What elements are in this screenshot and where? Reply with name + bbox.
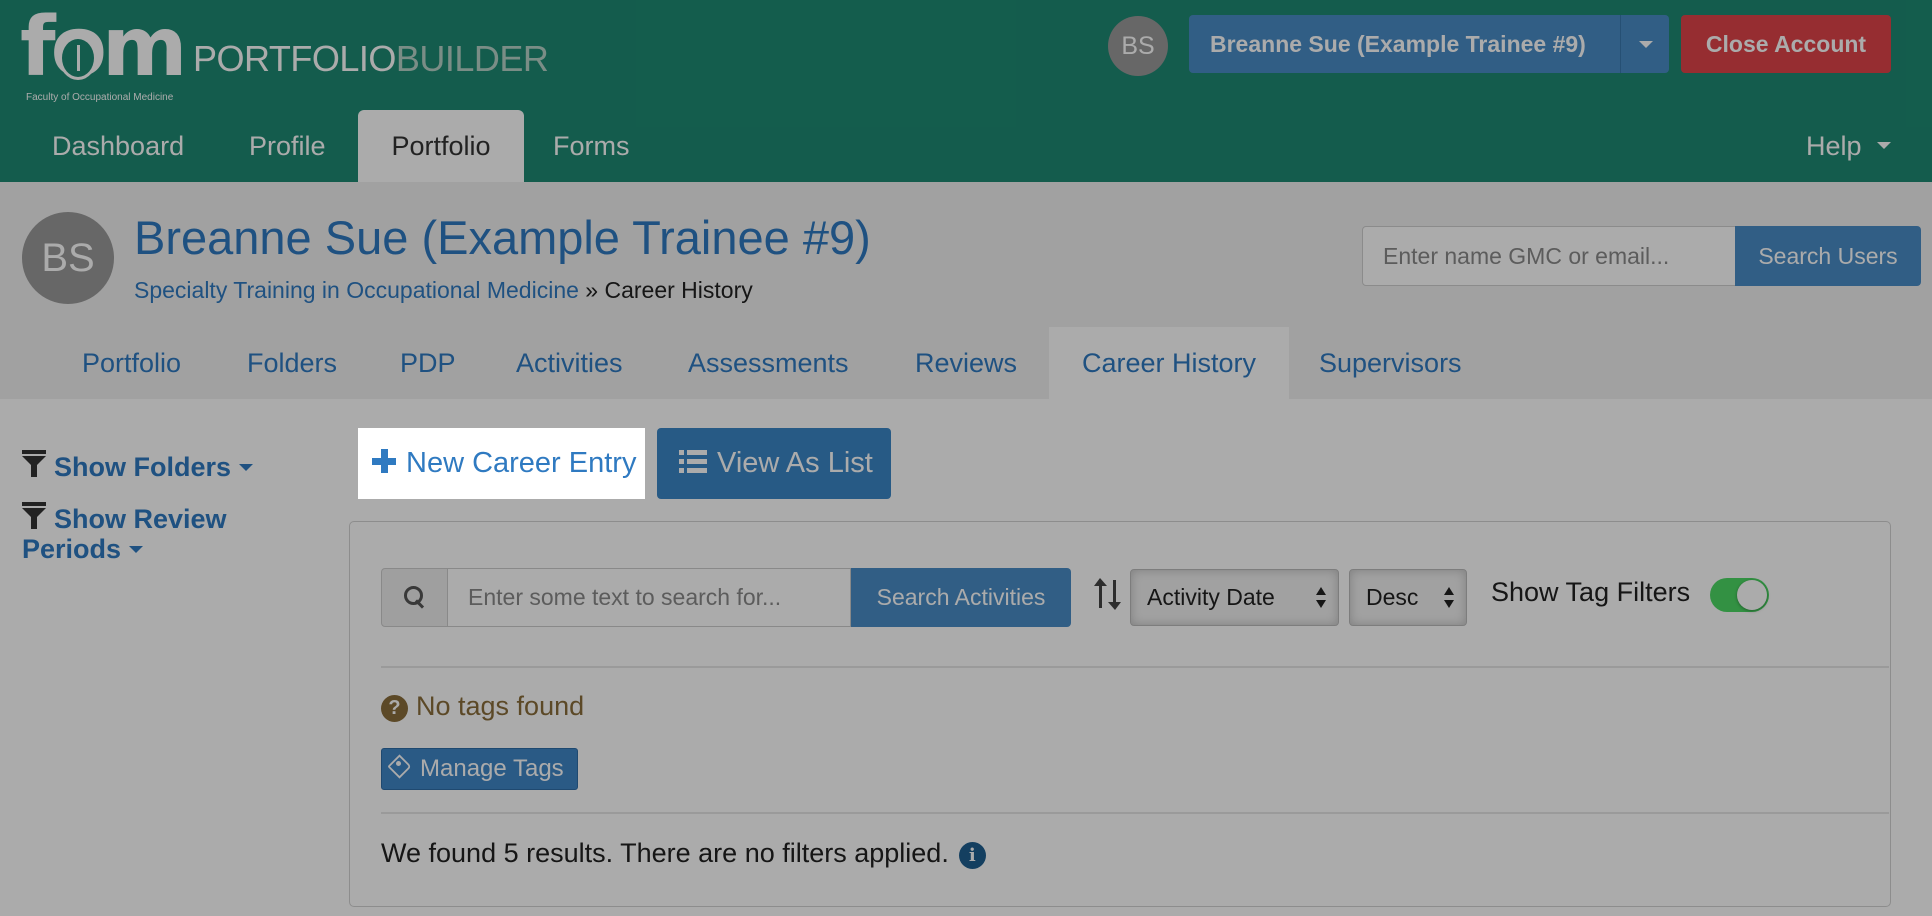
view-as-list-button[interactable]: View As List — [657, 428, 891, 499]
tab-folders[interactable]: Folders — [247, 327, 337, 399]
fom-seal-icon — [59, 36, 97, 80]
sort-order-value: Desc — [1366, 584, 1419, 610]
tag-filters-toggle[interactable] — [1710, 578, 1769, 612]
results-summary: We found 5 results. There are no filters… — [381, 838, 986, 869]
new-career-entry-button[interactable]: New Career Entry — [358, 428, 645, 499]
breadcrumb-current: Career History — [604, 277, 753, 303]
no-tags-message: ? No tags found — [381, 691, 584, 722]
tags-icon — [387, 754, 418, 779]
search-addon — [381, 568, 448, 627]
nav-tab-profile[interactable]: Profile — [249, 110, 326, 182]
show-review-periods-toggle[interactable]: Show Review Periods — [22, 502, 227, 564]
activity-search-input[interactable] — [447, 568, 851, 627]
sort-order-select[interactable]: Desc — [1349, 569, 1467, 626]
chevron-down-icon — [239, 464, 254, 472]
show-folders-label: Show Folders — [54, 452, 232, 482]
page-header: BS Breanne Sue (Example Trainee #9) Spec… — [0, 182, 1932, 399]
select-arrows-icon — [1444, 587, 1454, 609]
close-account-button[interactable]: Close Account — [1681, 15, 1891, 73]
new-career-entry-label: New Career Entry — [406, 447, 637, 479]
show-review-periods-label-line1: Show Review — [54, 504, 227, 534]
nav-tab-portfolio[interactable]: Portfolio — [358, 110, 524, 182]
tab-activities[interactable]: Activities — [516, 327, 623, 399]
show-review-periods-label-line2: Periods — [22, 534, 122, 564]
toggle-knob — [1737, 580, 1767, 610]
results-text: We found 5 results. There are no filters… — [381, 838, 949, 868]
nav-tab-dashboard[interactable]: Dashboard — [52, 110, 184, 182]
list-icon — [679, 450, 707, 474]
manage-tags-label: Manage Tags — [420, 755, 564, 782]
chevron-down-icon[interactable] — [1877, 142, 1891, 150]
page-title: Breanne Sue (Example Trainee #9) — [134, 211, 871, 264]
tag-filters-label: Show Tag Filters — [1491, 577, 1691, 607]
plus-icon — [372, 449, 396, 473]
logo-subtitle: Faculty of Occupational Medicine — [26, 92, 174, 103]
no-tags-text: No tags found — [416, 691, 585, 721]
sort-field-value: Activity Date — [1147, 584, 1275, 610]
sort-field-select[interactable]: Activity Date — [1130, 569, 1339, 626]
tab-pdp[interactable]: PDP — [400, 327, 456, 399]
user-menu-button[interactable]: Breanne Sue (Example Trainee #9) — [1189, 15, 1620, 73]
logo-text: fom — [20, 0, 187, 95]
app-name: PORTFOLIOBUILDER — [193, 38, 549, 80]
search-icon — [404, 586, 424, 606]
tab-career-history[interactable]: Career History — [1049, 327, 1289, 399]
question-circle-icon: ? — [381, 695, 408, 722]
app-name-part1: PORTFOLIO — [193, 38, 396, 79]
user-search-input[interactable] — [1362, 226, 1736, 286]
profile-avatar: BS — [22, 212, 114, 304]
breadcrumb-link-programme[interactable]: Specialty Training in Occupational Medic… — [134, 277, 579, 303]
tab-portfolio[interactable]: Portfolio — [82, 327, 181, 399]
search-users-button[interactable]: Search Users — [1735, 226, 1921, 286]
info-circle-icon[interactable]: i — [958, 842, 986, 869]
breadcrumb: Specialty Training in Occupational Medic… — [134, 277, 753, 304]
view-as-list-label: View As List — [717, 447, 873, 479]
help-menu[interactable]: Help — [1806, 110, 1862, 182]
select-arrows-icon — [1316, 587, 1326, 609]
nav-tab-forms[interactable]: Forms — [553, 110, 630, 182]
chevron-down-icon — [129, 546, 144, 554]
tab-assessments[interactable]: Assessments — [688, 327, 849, 399]
sort-icon — [1094, 578, 1122, 610]
tab-reviews[interactable]: Reviews — [915, 327, 1017, 399]
divider — [381, 666, 1889, 668]
breadcrumb-separator: » — [578, 277, 605, 303]
search-activities-button[interactable]: Search Activities — [851, 568, 1071, 627]
top-header: fom Faculty of Occupational Medicine POR… — [0, 0, 1932, 182]
tab-supervisors[interactable]: Supervisors — [1319, 327, 1462, 399]
funnel-icon — [22, 502, 46, 530]
show-folders-toggle[interactable]: Show Folders — [22, 450, 254, 482]
app-name-part2: BUILDER — [395, 38, 549, 79]
chevron-down-icon[interactable] — [1620, 15, 1669, 73]
divider — [381, 812, 1889, 814]
manage-tags-button[interactable]: Manage Tags — [381, 748, 578, 790]
fom-logo[interactable]: fom Faculty of Occupational Medicine — [20, 4, 187, 104]
user-avatar[interactable]: BS — [1108, 16, 1168, 76]
funnel-icon — [22, 450, 46, 478]
